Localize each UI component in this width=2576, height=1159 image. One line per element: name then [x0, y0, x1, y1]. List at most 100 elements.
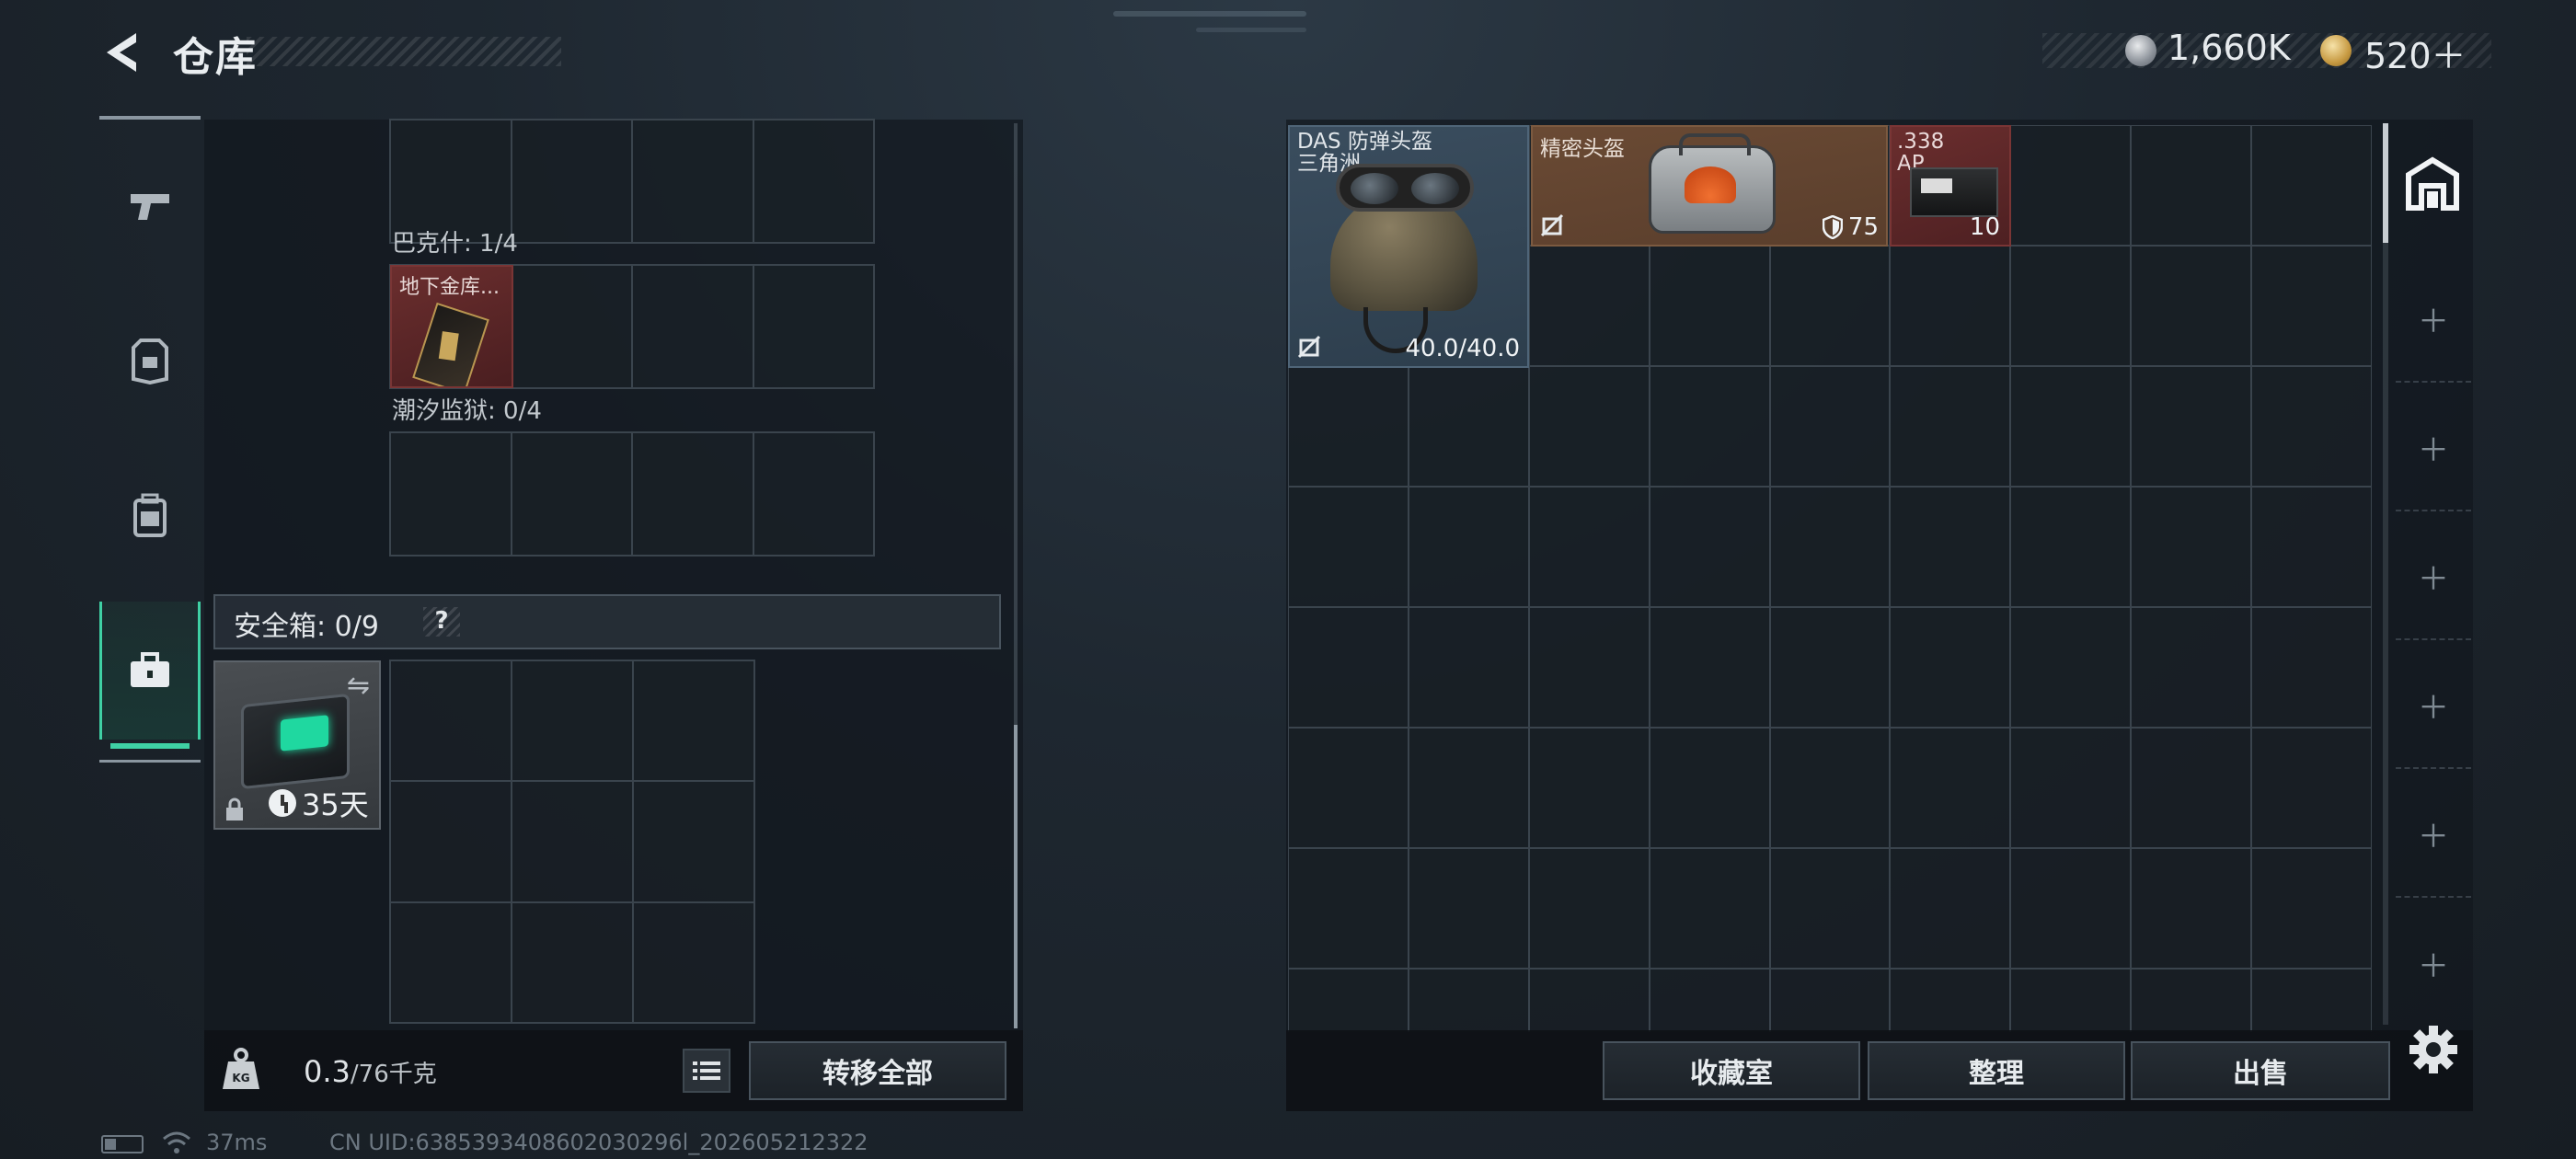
grid-cell[interactable] — [1288, 727, 1409, 849]
grid-cell[interactable] — [1768, 245, 1892, 367]
grid-cell[interactable] — [1768, 365, 1892, 488]
grid-cell[interactable] — [1648, 486, 1771, 608]
storage-tab-add-5[interactable]: ＋ — [2396, 771, 2471, 898]
storage-tab-add-4[interactable]: ＋ — [2396, 642, 2471, 769]
rail-tab-armor[interactable] — [99, 293, 201, 430]
grid-cell[interactable] — [2130, 125, 2253, 247]
grid-cell[interactable] — [2130, 847, 2253, 970]
grid-cell[interactable] — [631, 264, 754, 389]
grid-cell[interactable] — [752, 431, 875, 557]
gold-currency-amount[interactable]: 520＋ — [2364, 28, 2467, 78]
grid-cell[interactable] — [1407, 847, 1530, 970]
grid-cell[interactable] — [752, 264, 875, 389]
storage-tab-add-6[interactable]: ＋ — [2396, 900, 2471, 1027]
grid-cell[interactable] — [1889, 365, 2012, 488]
grid-cell[interactable] — [1407, 365, 1530, 488]
inventory-scrollbar-thumb[interactable] — [2383, 123, 2388, 243]
settings-button[interactable] — [2407, 1023, 2460, 1076]
grid-cell[interactable] — [1889, 968, 2012, 1032]
grid-cell[interactable] — [2009, 606, 2133, 729]
grid-cell[interactable] — [1527, 245, 1650, 367]
help-button[interactable]: ? — [423, 607, 460, 637]
item-338-ap-ammo[interactable]: .338 AP 10 — [1890, 125, 2011, 247]
grid-cell[interactable] — [510, 431, 633, 557]
sort-button[interactable]: 整理 — [1868, 1041, 2125, 1100]
grid-cell[interactable] — [1407, 968, 1530, 1032]
grid-cell[interactable] — [2250, 606, 2372, 729]
grid-cell[interactable] — [1527, 968, 1650, 1032]
storage-tab-main[interactable] — [2403, 155, 2462, 213]
grid-cell[interactable] — [389, 660, 512, 783]
grid-cell[interactable] — [631, 431, 754, 557]
grid-cell[interactable] — [389, 901, 512, 1024]
grid-cell[interactable] — [1648, 606, 1771, 729]
swap-icon[interactable]: ⇋ — [347, 670, 370, 702]
grid-cell[interactable] — [1889, 606, 2012, 729]
grid-cell[interactable] — [389, 780, 512, 903]
safebox-item[interactable]: ⇋ 35天 — [213, 660, 381, 830]
grid-cell[interactable] — [2130, 606, 2253, 729]
grid-cell[interactable] — [1288, 606, 1409, 729]
grid-cell[interactable] — [2250, 245, 2372, 367]
grid-cell[interactable] — [510, 119, 633, 244]
grid-cell[interactable] — [1527, 606, 1650, 729]
grid-cell[interactable] — [389, 431, 512, 557]
grid-cell[interactable] — [1889, 245, 2012, 367]
grid-cell[interactable] — [510, 264, 633, 389]
storage-tab-add-3[interactable]: ＋ — [2396, 513, 2471, 640]
rail-tab-weapons[interactable] — [99, 138, 201, 276]
grid-cell[interactable] — [2250, 365, 2372, 488]
grid-cell[interactable] — [1648, 968, 1771, 1032]
grid-cell[interactable] — [631, 119, 754, 244]
grid-cell[interactable] — [1288, 847, 1409, 970]
grid-cell[interactable] — [1648, 847, 1771, 970]
grid-cell[interactable] — [2250, 847, 2372, 970]
grid-cell[interactable] — [1889, 486, 2012, 608]
grid-cell[interactable] — [2130, 486, 2253, 608]
grid-cell[interactable] — [1768, 727, 1892, 849]
grid-cell[interactable] — [632, 660, 755, 783]
grid-cell[interactable] — [511, 660, 634, 783]
grid-cell[interactable] — [632, 780, 755, 903]
grid-cell[interactable] — [2130, 968, 2253, 1032]
grid-cell[interactable] — [1768, 486, 1892, 608]
grid-cell[interactable] — [1527, 727, 1650, 849]
grid-cell[interactable] — [1288, 486, 1409, 608]
grid-cell[interactable] — [752, 119, 875, 244]
grid-cell[interactable] — [2250, 125, 2372, 247]
item-precise-helmet[interactable]: 精密头盔 75 — [1531, 125, 1888, 247]
sell-button[interactable]: 出售 — [2131, 1041, 2390, 1100]
item-das-helmet[interactable]: DAS 防弹头盔 三角洲 40.0/40.0 — [1288, 125, 1529, 368]
grid-cell[interactable] — [2250, 486, 2372, 608]
grid-cell[interactable] — [2009, 365, 2133, 488]
grid-cell[interactable] — [632, 901, 755, 1024]
collection-room-button[interactable]: 收藏室 — [1603, 1041, 1860, 1100]
grid-cell[interactable] — [1648, 365, 1771, 488]
grid-cell[interactable] — [1407, 606, 1530, 729]
stash-scrollbar-thumb[interactable] — [1014, 725, 1018, 1028]
grid-cell[interactable] — [1288, 365, 1409, 488]
grid-cell[interactable] — [2130, 727, 2253, 849]
grid-cell[interactable] — [2250, 968, 2372, 1032]
inventory-scrollbar[interactable] — [2383, 123, 2388, 1025]
grid-cell[interactable] — [1407, 727, 1530, 849]
rail-tab-safebox[interactable] — [99, 602, 201, 740]
grid-cell[interactable] — [1288, 968, 1409, 1032]
item-vault-map[interactable]: 地下金库... — [390, 265, 513, 388]
grid-cell[interactable] — [1768, 606, 1892, 729]
grid-cell[interactable] — [1648, 727, 1771, 849]
grid-cell[interactable] — [2009, 727, 2133, 849]
list-view-button[interactable] — [683, 1049, 730, 1093]
storage-tab-add-2[interactable]: ＋ — [2396, 384, 2471, 511]
grid-cell[interactable] — [2009, 125, 2133, 247]
grid-cell[interactable] — [2250, 727, 2372, 849]
grid-cell[interactable] — [1889, 847, 2012, 970]
grid-cell[interactable] — [2130, 245, 2253, 367]
grid-cell[interactable] — [2009, 486, 2133, 608]
grid-cell[interactable] — [1648, 245, 1771, 367]
grid-cell[interactable] — [1407, 486, 1530, 608]
back-button[interactable] — [99, 28, 149, 77]
grid-cell[interactable] — [1889, 727, 2012, 849]
grid-cell[interactable] — [1527, 365, 1650, 488]
storage-tab-add-1[interactable]: ＋ — [2396, 256, 2471, 383]
